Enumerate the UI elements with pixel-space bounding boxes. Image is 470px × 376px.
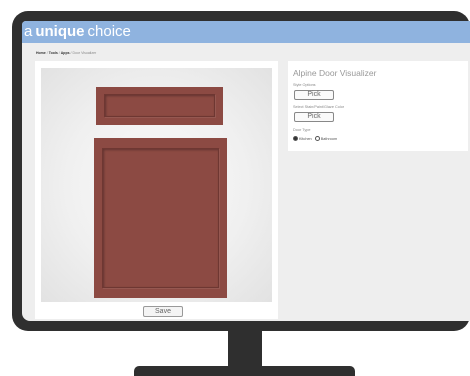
style-pick-button[interactable]: Pick [294,90,334,100]
save-button[interactable]: Save [143,306,183,317]
monitor-stand-base [134,366,355,376]
visualizer-panel: Save [35,61,278,319]
breadcrumb-home[interactable]: Home [36,51,46,55]
breadcrumb-current: Door Visualizer [72,51,97,55]
monitor-neck [228,331,262,367]
breadcrumb: Home/Tools/Apps/Door Visualizer [36,51,96,55]
brand-word-1: a [24,23,33,40]
brand-word-2: unique [35,23,85,40]
breadcrumb-tools[interactable]: Tools [49,51,58,55]
drawer-raised-panel [104,94,215,117]
radio-unselected-icon [314,136,320,141]
door-type-label: Door Type [293,128,311,132]
brand-word-3: choice [87,23,131,40]
finish-options-label: Select Stain/Paint/Glaze Color [293,105,345,109]
door-raised-panel [102,148,219,288]
breadcrumb-separator: / [70,51,72,55]
finish-pick-button[interactable]: Pick [294,112,334,122]
breadcrumb-separator: / [46,51,48,55]
breadcrumb-apps[interactable]: Apps [61,51,70,55]
browser-screen: a unique choice Home/Tools/Apps/Door Visua… [22,21,470,321]
options-panel: Alpine Door Visualizer Style Options Pic… [288,61,468,151]
style-options-label: Style Options [293,83,316,87]
door-type-radio-group: Kitchen Bathroom [293,136,337,141]
brand-logo[interactable]: a unique choice [24,22,131,41]
radio-label: Kitchen [299,136,312,141]
radio-option-kitchen[interactable]: Kitchen [293,136,312,141]
breadcrumb-separator: / [58,51,60,55]
visualizer-title: Alpine Door Visualizer [293,68,377,78]
site-header: a unique choice [22,21,470,43]
cabinet-door-preview [94,138,227,298]
radio-label: Bathroom [320,136,338,141]
door-preview [41,68,272,302]
radio-selected-icon [293,136,298,141]
radio-option-bathroom[interactable]: Bathroom [314,136,338,141]
drawer-front-preview [96,87,223,125]
